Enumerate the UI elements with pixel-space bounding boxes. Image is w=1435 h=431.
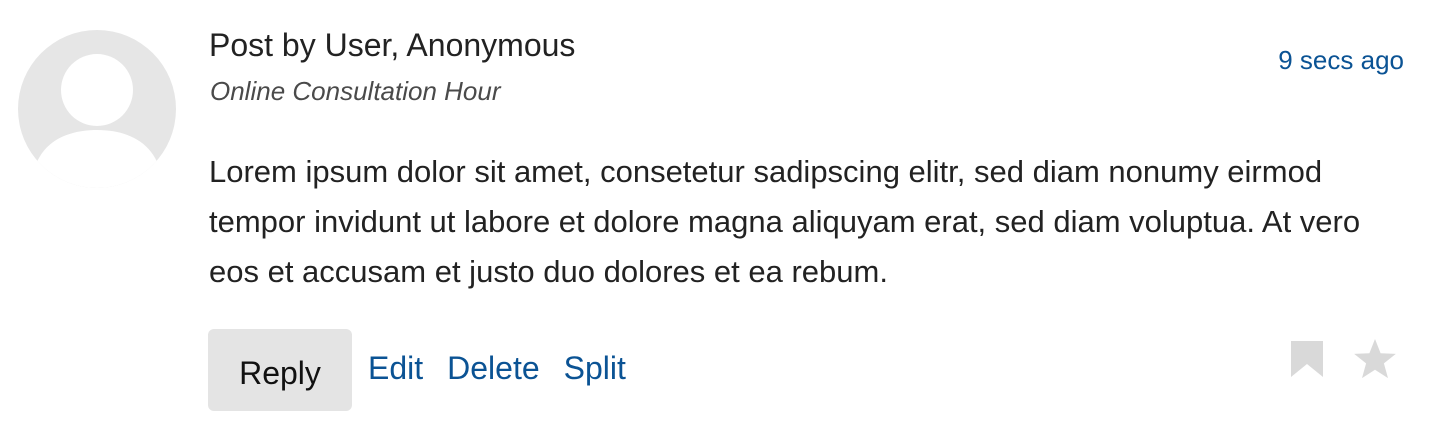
bookmark-icon[interactable]: [1289, 339, 1325, 379]
post-timestamp-link[interactable]: 9 secs ago: [1278, 44, 1404, 76]
post-author: Post by User, Anonymous: [209, 27, 576, 63]
edit-link[interactable]: Edit: [368, 350, 423, 386]
avatar[interactable]: [18, 30, 176, 188]
post-subtitle: Online Consultation Hour: [210, 76, 501, 106]
post-actions: Reply Edit Delete Split: [208, 329, 634, 411]
post-body: Lorem ipsum dolor sit amet, consetetur s…: [209, 154, 1361, 289]
forum-post: Post by User, Anonymous Online Consultat…: [0, 0, 1435, 431]
star-icon[interactable]: [1353, 338, 1397, 380]
user-silhouette-icon: [32, 54, 162, 188]
delete-link[interactable]: Delete: [447, 350, 540, 386]
reply-button[interactable]: Reply: [208, 329, 352, 411]
split-link[interactable]: Split: [564, 350, 626, 386]
post-icons: [1289, 338, 1397, 380]
